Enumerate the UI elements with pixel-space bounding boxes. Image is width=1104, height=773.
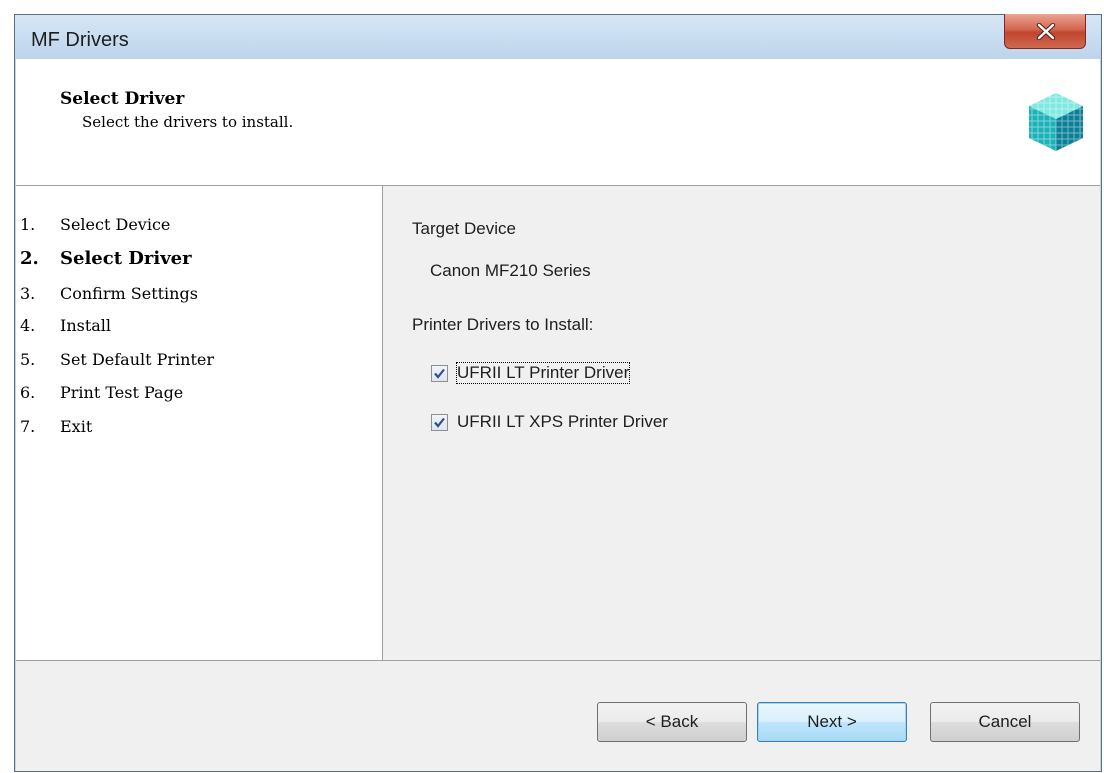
installer-window: MF Drivers Select Driver Select the driv… xyxy=(14,14,1102,772)
page-title: Select Driver xyxy=(60,89,185,109)
step-label: Select Driver xyxy=(60,248,192,269)
wizard-header: Select Driver Select the drivers to inst… xyxy=(16,59,1100,186)
checkmark-icon xyxy=(434,417,445,428)
drivers-to-install-label: Printer Drivers to Install: xyxy=(412,315,594,334)
step-label: Select Device xyxy=(60,215,171,234)
footer-divider xyxy=(16,660,1100,661)
driver-selection-panel: Target Device Canon MF210 Series Printer… xyxy=(383,186,1100,660)
step-label: Set Default Printer xyxy=(60,350,215,369)
step-number: 6. xyxy=(20,383,36,402)
close-button[interactable] xyxy=(1004,14,1086,49)
step-label: Exit xyxy=(60,417,93,436)
title-bar[interactable]: MF Drivers xyxy=(15,14,1101,59)
close-icon xyxy=(1036,23,1056,40)
driver-checkbox[interactable] xyxy=(431,414,448,431)
driver-checkbox-label[interactable]: UFRII LT Printer Driver xyxy=(455,362,631,384)
driver-checkbox[interactable] xyxy=(431,365,448,382)
step-number: 7. xyxy=(20,417,36,436)
page-subtitle: Select the drivers to install. xyxy=(82,113,294,131)
back-button[interactable]: < Back xyxy=(597,702,747,742)
step-label: Confirm Settings xyxy=(60,284,198,303)
canon-cube-icon xyxy=(1029,93,1083,151)
step-label: Print Test Page xyxy=(60,383,184,402)
checkmark-icon xyxy=(434,368,445,379)
step-number: 1. xyxy=(20,215,36,234)
driver-checkbox-label[interactable]: UFRII LT XPS Printer Driver xyxy=(457,412,668,432)
step-number: 2. xyxy=(20,248,39,269)
step-label: Install xyxy=(60,316,112,335)
dialog-client-area: Select Driver Select the drivers to inst… xyxy=(16,59,1100,771)
next-button[interactable]: Next > xyxy=(757,702,907,742)
window-title: MF Drivers xyxy=(31,29,129,51)
target-device-label: Target Device xyxy=(412,219,516,238)
steps-list: 1. Select Device 2. Select Driver 3. Con… xyxy=(16,186,383,660)
step-number: 5. xyxy=(20,350,36,369)
cancel-button[interactable]: Cancel xyxy=(930,702,1080,742)
step-number: 4. xyxy=(20,316,36,335)
target-device-value: Canon MF210 Series xyxy=(430,261,591,280)
step-number: 3. xyxy=(20,284,36,303)
